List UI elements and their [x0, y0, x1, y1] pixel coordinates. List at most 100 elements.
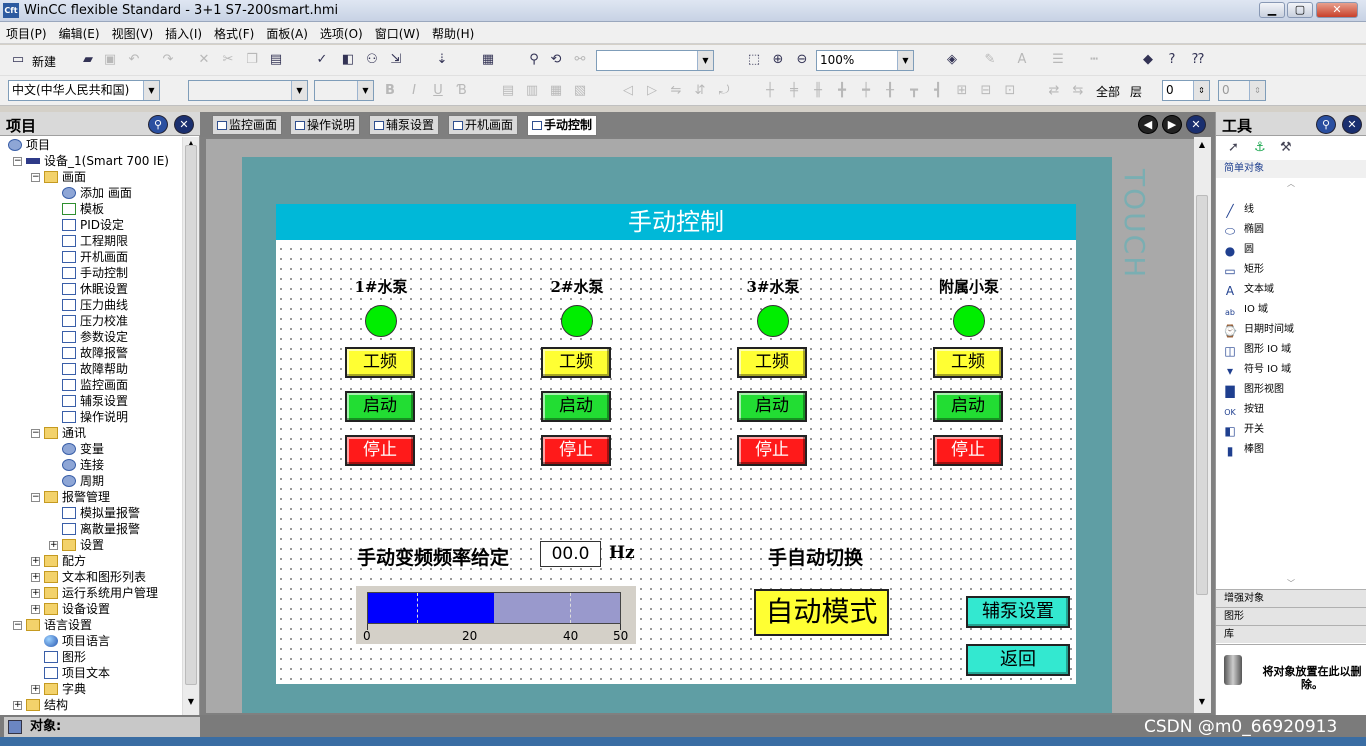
collapse-icon[interactable]: − — [13, 157, 22, 166]
tab-startup[interactable]: 开机画面 — [448, 115, 519, 135]
tree-item[interactable]: PID设定 — [62, 217, 124, 233]
tool-item[interactable]: ╱ 线 — [1216, 200, 1366, 220]
pointer-icon[interactable]: ➚ — [1228, 140, 1239, 155]
tree-item[interactable]: 模板 — [62, 201, 104, 217]
aux-pump-freq-button[interactable]: 工频 — [933, 347, 1003, 378]
flip-v-icon[interactable]: ⇵ — [692, 83, 708, 99]
library-icon[interactable]: ◆ — [1140, 52, 1156, 68]
tool-item[interactable]: A 文本域 — [1216, 280, 1366, 300]
tree-item[interactable]: 连接 — [62, 457, 104, 473]
tool-item[interactable]: ◫ 图形 IO 域 — [1216, 340, 1366, 360]
pin-icon[interactable]: ⚲ — [148, 115, 168, 134]
grid-icon[interactable]: ⊞ — [954, 83, 970, 99]
close-tab-icon[interactable]: ✕ — [1186, 115, 1206, 134]
aux-pump-start-button[interactable]: 启动 — [933, 391, 1003, 422]
tool-item[interactable]: OK 按钮 — [1216, 400, 1366, 420]
distribute-icon[interactable]: ┼ — [762, 83, 778, 99]
delete-icon[interactable]: ✕ — [196, 52, 212, 68]
replace-icon[interactable]: ⟲ — [548, 52, 564, 68]
align-top-icon[interactable]: ▧ — [572, 83, 588, 99]
menu-project[interactable]: 项目(P) — [0, 22, 53, 45]
all-layers-button[interactable]: 全部 — [1096, 83, 1120, 100]
tree-item[interactable]: 通讯 — [44, 425, 86, 441]
auto-mode-button[interactable]: 自动模式 — [754, 589, 889, 636]
group-icon[interactable]: ⊟ — [978, 83, 994, 99]
tree-item[interactable]: 添加 画面 — [62, 185, 132, 201]
tab-next-icon[interactable]: ▶ — [1162, 115, 1182, 134]
close-pane-icon[interactable]: ✕ — [174, 115, 194, 134]
menu-insert[interactable]: 插入(I) — [159, 22, 208, 45]
aux-pump-stop-button[interactable]: 停止 — [933, 435, 1003, 466]
pump-1-stop-button[interactable]: 停止 — [345, 435, 415, 466]
tool-item[interactable]: ▇ 图形视图 — [1216, 380, 1366, 400]
pump-3-stop-button[interactable]: 停止 — [737, 435, 807, 466]
tree-item[interactable]: 画面 — [44, 169, 86, 185]
collapse-icon[interactable]: − — [31, 429, 40, 438]
collapse-icon[interactable]: − — [13, 621, 22, 630]
mirror-icon[interactable]: ⤾ — [716, 83, 732, 99]
tree-item[interactable]: 监控画面 — [62, 377, 128, 393]
layer-spinner[interactable]: 0 ⇕ — [1162, 80, 1210, 101]
layer-front-icon[interactable]: ⇄ — [1046, 83, 1062, 99]
tree-item[interactable]: 开机画面 — [62, 249, 128, 265]
minimize-button[interactable]: ▁ — [1259, 2, 1285, 18]
expand-icon[interactable]: + — [13, 701, 22, 710]
tool-item[interactable]: ⬭ 椭圆 — [1216, 220, 1366, 240]
tool-item[interactable]: ● 圆 — [1216, 240, 1366, 260]
cross-ref-icon[interactable]: ⚯ — [572, 52, 588, 68]
tab-aux-pump[interactable]: 辅泵设置 — [369, 115, 440, 135]
maximize-button[interactable]: ▢ — [1287, 2, 1313, 18]
same-height-icon[interactable]: ┿ — [858, 83, 874, 99]
pump-3-freq-button[interactable]: 工频 — [737, 347, 807, 378]
tree-item[interactable]: 项目 — [8, 137, 50, 153]
tree-item[interactable]: 工程期限 — [62, 233, 128, 249]
compile-icon[interactable]: ◧ — [340, 52, 356, 68]
tool-item[interactable]: ▭ 矩形 — [1216, 260, 1366, 280]
expand-icon[interactable]: + — [49, 541, 58, 550]
tree-item[interactable]: 离散量报警 — [62, 521, 140, 537]
font-size-combo-2[interactable]: ▼ — [314, 80, 374, 101]
chevron-up-icon[interactable]: ︿ — [1216, 178, 1366, 188]
cut-icon[interactable]: ✂ — [220, 52, 236, 68]
menu-edit[interactable]: 编辑(E) — [53, 22, 106, 45]
menu-panel[interactable]: 面板(A) — [260, 22, 314, 45]
close-window-button[interactable]: ✕ — [1316, 2, 1358, 18]
font-size-combo[interactable]: ▼ — [596, 50, 714, 71]
layer-spinner-2[interactable]: 0 ⇕ — [1218, 80, 1266, 101]
paste-icon[interactable]: ▤ — [268, 52, 284, 68]
ungroup-icon[interactable]: ⊡ — [1002, 83, 1018, 99]
scroll-down-icon[interactable]: ▼ — [1196, 697, 1208, 709]
undo-icon[interactable]: ↶ — [126, 52, 142, 68]
expand-icon[interactable]: + — [31, 605, 40, 614]
collapse-icon[interactable]: − — [31, 173, 40, 182]
font-combo[interactable]: ▼ — [188, 80, 308, 101]
tree-item[interactable]: 语言设置 — [26, 617, 92, 633]
tree-item[interactable]: 结构 — [26, 697, 68, 713]
font-color-icon[interactable]: A — [1014, 52, 1030, 68]
tree-item[interactable]: 辅泵设置 — [62, 393, 128, 409]
help-icon[interactable]: ? — [1164, 52, 1180, 68]
pump-1-start-button[interactable]: 启动 — [345, 391, 415, 422]
tool-item[interactable]: ▮ 棒图 — [1216, 440, 1366, 460]
context-help-icon[interactable]: ⁇ — [1190, 52, 1206, 68]
check-icon[interactable]: ✓ — [314, 52, 330, 68]
section-enhanced-objects[interactable]: 增强对象 — [1216, 589, 1366, 607]
scroll-down-icon[interactable]: ▼ — [185, 697, 197, 711]
zoom-out-icon[interactable]: ⊖ — [794, 52, 810, 68]
new-button[interactable]: 新建 — [32, 53, 56, 70]
tree-item[interactable]: 报警管理 — [44, 489, 110, 505]
tree-item[interactable]: 故障报警 — [62, 345, 128, 361]
scroll-up-icon[interactable]: ▲ — [1196, 140, 1208, 152]
zoom-combo[interactable]: 100% ▼ — [816, 50, 914, 71]
tree-item[interactable]: 设备设置 — [44, 601, 110, 617]
tree-item[interactable]: 故障帮助 — [62, 361, 128, 377]
section-simple-objects[interactable]: 简单对象 — [1216, 160, 1366, 178]
tree-item[interactable]: 设置 — [62, 537, 104, 553]
line-color-icon[interactable]: ✎ — [982, 52, 998, 68]
object-icon[interactable]: ▦ — [480, 52, 496, 68]
back-button[interactable]: 返回 — [966, 644, 1070, 676]
zoom-in-icon[interactable]: ⊕ — [770, 52, 786, 68]
rotate-right-icon[interactable]: ▷ — [644, 83, 660, 99]
redo-icon[interactable]: ↷ — [160, 52, 176, 68]
tool-item[interactable]: ⌚ 日期时间域 — [1216, 320, 1366, 340]
